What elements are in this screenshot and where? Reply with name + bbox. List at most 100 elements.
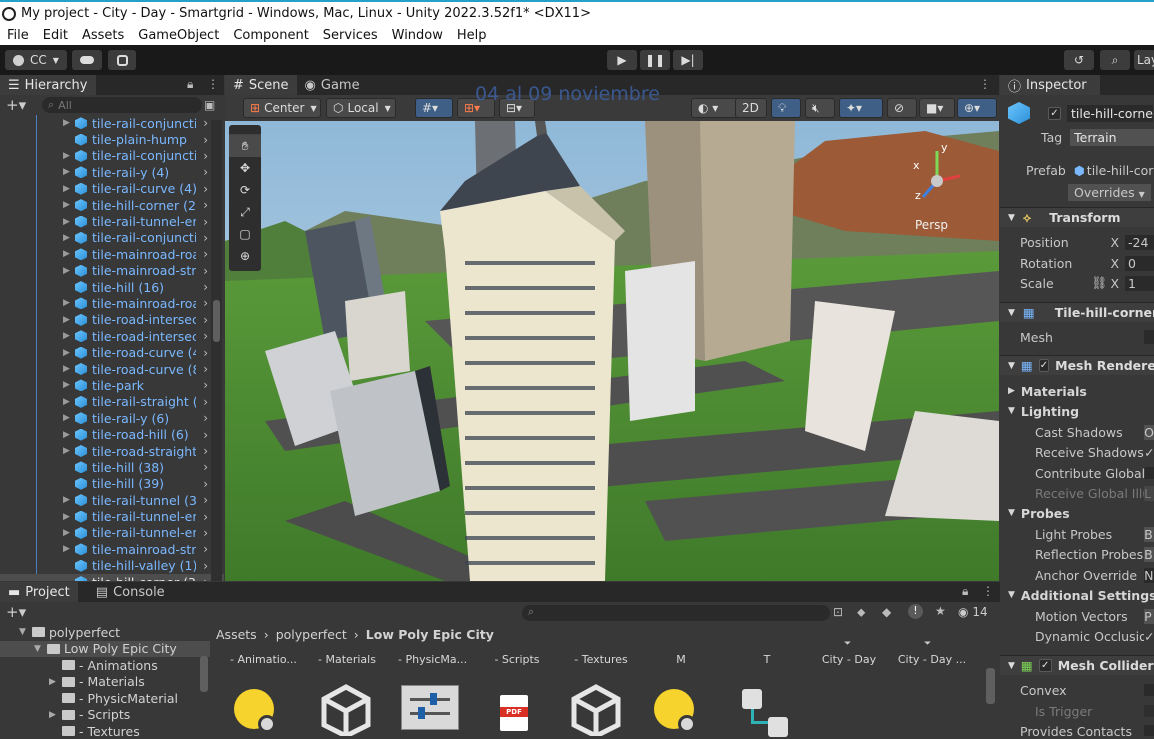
expand-arrow-icon[interactable]: ▶ (63, 430, 73, 440)
hierarchy-item[interactable]: ▶ tile-park › (0, 377, 224, 393)
kebab-menu-icon[interactable]: ⋮ (979, 77, 991, 91)
kebab-menu-icon[interactable]: ⋮ (982, 584, 994, 598)
open-prefab-chevron-icon[interactable]: › (203, 477, 208, 491)
hierarchy-item[interactable]: tile-hill-valley (1) › (0, 558, 224, 574)
expand-arrow-icon[interactable]: ▶ (63, 364, 73, 374)
folder-arrow-icon[interactable]: ▼ (19, 627, 29, 637)
hierarchy-item[interactable]: ▶ tile-road-hill (6) › (0, 426, 224, 442)
hierarchy-scroll-thumb[interactable] (213, 300, 220, 342)
additional-settings-foldout[interactable]: ▼ Additional Settings (1000, 585, 1154, 605)
asset-label[interactable]: City - Day ... (896, 653, 968, 666)
expand-arrow-icon[interactable]: ▶ (63, 446, 73, 456)
prefab-field[interactable]: tile-hill-corn (1087, 163, 1154, 178)
anchor-override-field[interactable]: N (1144, 567, 1154, 583)
hierarchy-item[interactable]: ▶ tile-hill-corner (2) › (0, 197, 224, 213)
pdf-icon[interactable]: PDF (494, 677, 554, 736)
open-prefab-chevron-icon[interactable]: › (203, 510, 208, 524)
camera-dropdown[interactable]: ■▾ (919, 98, 955, 118)
materials-foldout[interactable]: ▶ Materials (1000, 381, 1154, 401)
open-prefab-chevron-icon[interactable]: › (203, 542, 208, 556)
open-prefab-chevron-icon[interactable]: › (203, 575, 208, 581)
add-icon[interactable]: +▾ (6, 96, 26, 114)
asset-label[interactable]: - Textures (568, 653, 634, 666)
open-prefab-chevron-icon[interactable]: › (203, 198, 208, 212)
add-icon[interactable]: +▾ (6, 603, 26, 621)
grid-snap-button[interactable]: #▾ (415, 98, 453, 118)
tab-hierarchy[interactable]: ☰ Hierarchy (0, 75, 96, 95)
expand-arrow-icon[interactable]: ▶ (63, 495, 73, 505)
receive-gi-dropdown[interactable]: L (1144, 485, 1154, 501)
expand-arrow-icon[interactable]: ▶ (63, 413, 73, 423)
expand-arrow-icon[interactable]: ▶ (63, 233, 73, 243)
filter-label-icon[interactable]: ⬥ (857, 605, 865, 620)
is-trigger-checkbox[interactable] (1144, 705, 1154, 717)
mesh-collider-checkbox[interactable]: ✓ (1038, 659, 1052, 672)
expand-arrow-icon[interactable]: ▶ (63, 118, 73, 128)
expand-arrow-icon[interactable]: ▶ (63, 266, 73, 276)
mesh-collider-header[interactable]: ▼ ▦ ✓ Mesh Collider (1000, 655, 1154, 675)
active-checkbox[interactable]: ✓ (1048, 106, 1061, 120)
rotation-x-field[interactable]: 0 (1125, 255, 1154, 271)
mesh-filter-header[interactable]: ▼ ▦ Tile-hill-corner (1000, 302, 1154, 322)
tab-game[interactable]: ◉ Game (297, 75, 368, 95)
hierarchy-item[interactable]: ▶ tile-rail-conjuncti › (0, 115, 224, 131)
transform-header[interactable]: ▼ ⟡ Transform (1000, 207, 1154, 227)
open-prefab-chevron-icon[interactable]: › (203, 133, 208, 147)
expand-arrow-icon[interactable]: ▶ (63, 298, 73, 308)
expand-arrow-icon[interactable]: ▶ (63, 315, 73, 325)
expand-arrow-icon[interactable]: ▶ (63, 167, 73, 177)
open-prefab-chevron-icon[interactable]: › (203, 378, 208, 392)
services-button[interactable] (108, 50, 136, 70)
project-assets-scroll-thumb[interactable] (986, 668, 995, 704)
open-prefab-chevron-icon[interactable]: › (203, 428, 208, 442)
hierarchy-item[interactable]: ▶ tile-rail-curve (4) › (0, 181, 224, 197)
probes-foldout[interactable]: ▼ Probes (1000, 503, 1154, 523)
lock-icon[interactable]: 🔒︎ (962, 584, 968, 599)
tab-scene[interactable]: # Scene (225, 75, 297, 95)
lock-icon[interactable]: 🔒︎ (187, 77, 193, 92)
hierarchy-item[interactable]: ▶ tile-road-curve (8 › (0, 361, 224, 377)
open-prefab-chevron-icon[interactable]: › (203, 182, 208, 196)
hierarchy-item[interactable]: ▶ tile-rail-tunnel-er › (0, 525, 224, 541)
breadcrumb-polyperfect[interactable]: polyperfect (276, 627, 347, 642)
hierarchy-item[interactable]: ▶ tile-rail-tunnel-er › (0, 508, 224, 524)
menu-edit[interactable]: Edit (36, 28, 75, 43)
open-prefab-chevron-icon[interactable]: › (203, 296, 208, 310)
hierarchy-item[interactable]: ▶ tile-mainroad-stra › (0, 263, 224, 279)
menu-component[interactable]: Component (226, 28, 315, 43)
unity-asset-icon[interactable] (318, 677, 378, 739)
expand-arrow-icon[interactable]: ▶ (63, 249, 73, 259)
layout-dropdown[interactable]: Lay (1134, 50, 1154, 70)
asset-label[interactable]: M (648, 653, 714, 666)
project-folder-item[interactable]: ▶ - Materials (0, 674, 210, 691)
asset-label[interactable]: - Materials (314, 653, 380, 666)
pause-button[interactable]: ❚❚ (640, 50, 670, 70)
effects-toggle[interactable]: ✦▾ (839, 98, 883, 118)
project-tree-scroll-thumb[interactable] (200, 656, 208, 692)
light-probes-dropdown[interactable]: B (1144, 526, 1154, 542)
palette-grip[interactable] (229, 125, 261, 135)
open-prefab-chevron-icon[interactable]: › (203, 460, 208, 474)
project-search-input[interactable]: ⌕ (522, 605, 830, 621)
hierarchy-item[interactable]: ▶ tile-rail-y (6) › (0, 410, 224, 426)
menu-window[interactable]: Window (385, 28, 450, 43)
provides-contacts-checkbox[interactable] (1144, 725, 1154, 736)
hand-tool-icon[interactable]: ✋︎ (229, 135, 261, 157)
kebab-menu-icon[interactable]: ⋮ (207, 77, 219, 91)
play-button[interactable]: ▶ (607, 50, 637, 70)
open-prefab-chevron-icon[interactable]: › (203, 329, 208, 343)
folder-arrow-icon[interactable]: ▶ (49, 677, 59, 687)
cast-shadows-dropdown[interactable]: O (1144, 424, 1154, 440)
hierarchy-item[interactable]: ▶ tile-rail-conjuncti › (0, 148, 224, 164)
hierarchy-item[interactable]: ▶ tile-rail-straight (› (0, 394, 224, 410)
project-folder-item[interactable]: ▶ - Scripts (0, 707, 210, 724)
open-prefab-chevron-icon[interactable]: › (203, 362, 208, 376)
open-prefab-chevron-icon[interactable]: › (203, 395, 208, 409)
open-prefab-chevron-icon[interactable]: › (203, 526, 208, 540)
draw-mode-dropdown[interactable]: ◐ ▾ (691, 98, 739, 118)
hierarchy-item[interactable]: ▶ tile-rail-tunnel-er › (0, 213, 224, 229)
open-prefab-chevron-icon[interactable]: › (203, 116, 208, 130)
hierarchy-scrollbar[interactable] (211, 120, 222, 581)
open-prefab-chevron-icon[interactable]: › (203, 559, 208, 573)
dynamic-occlusion-checkbox[interactable]: ✓ (1144, 629, 1154, 644)
